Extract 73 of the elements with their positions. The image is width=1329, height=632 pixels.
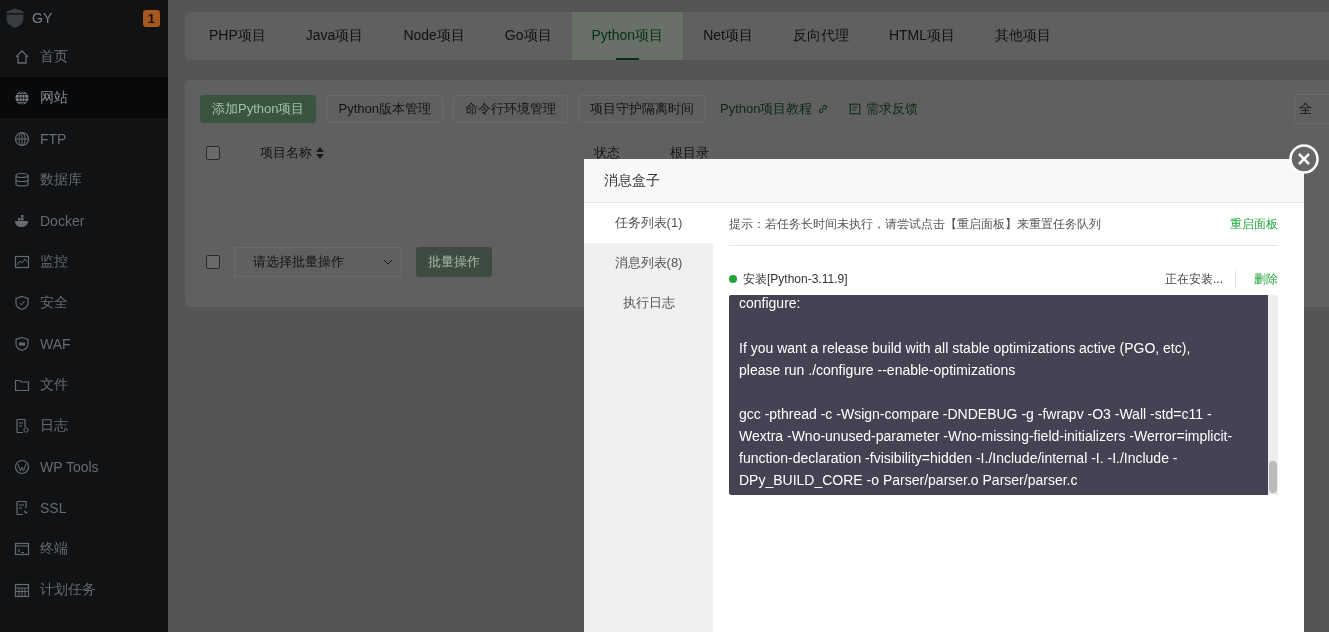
sidebar-item[interactable]: 监控	[0, 241, 168, 282]
tab[interactable]: Go项目	[484, 12, 572, 60]
log-line: please run ./configure --enable-optimizations	[739, 361, 1016, 380]
terminal-icon	[14, 540, 30, 557]
filter-dropdown[interactable]: 全	[1294, 94, 1329, 124]
toolbar-button[interactable]: 项目守护隔离时间	[577, 95, 706, 123]
dialog-tab[interactable]: 执行日志	[584, 283, 713, 323]
globe-icon	[14, 130, 30, 147]
column-header: 根目录	[670, 144, 709, 162]
sidebar-item[interactable]: 首页	[0, 36, 168, 77]
hint-text: 提示：若任务长时间未执行，请尝试点击【重启面板】来重置任务队列	[729, 215, 1101, 233]
delete-link[interactable]: 删除	[1254, 270, 1278, 288]
house-icon	[14, 48, 30, 65]
sidebar-item[interactable]: 数据库	[0, 159, 168, 200]
log-line: gcc -pthread -c -Wsign-compare -DNDEBUG -g -fwrapv -O3 -Wall -std=c11 -	[739, 405, 1212, 424]
log-line: If you want a release build with all stable optimizations active (PGO, etc),	[739, 339, 1191, 358]
wordpress-icon	[14, 458, 30, 475]
dialog-tab[interactable]: 消息列表(8)	[584, 243, 713, 283]
toolbar-button[interactable]: Python版本管理	[326, 95, 443, 123]
tab[interactable]: Node项目	[383, 12, 485, 60]
task-status: 正在安装...	[1165, 270, 1236, 288]
shield-icon	[14, 335, 30, 352]
brand-name: GY	[32, 10, 54, 26]
tab[interactable]: Java项目	[285, 12, 384, 60]
sidebar-item[interactable]: WAF	[0, 323, 168, 364]
sidebar-item[interactable]: 计划任务	[0, 569, 168, 610]
sort-icon[interactable]	[316, 147, 324, 159]
log-line: Wextra -Wno-unused-parameter -Wno-missing-field-initializers -Werror=implicit-	[739, 427, 1233, 446]
log-line: DPy_BUILD_CORE -o Parser/parser.o Parser/parser.c	[739, 471, 1078, 490]
caret-icon	[383, 257, 393, 267]
notification-badge[interactable]: 1	[142, 9, 160, 27]
document-icon	[848, 102, 863, 116]
sidebar-item[interactable]: 文件	[0, 364, 168, 405]
sidebar-item[interactable]: WP Tools	[0, 446, 168, 487]
checkbox[interactable]	[206, 255, 220, 269]
tutorial-link[interactable]: Python项目教程	[715, 100, 835, 118]
shield-icon	[14, 294, 30, 311]
column-header: 状态	[594, 144, 620, 162]
whale-icon	[14, 212, 30, 229]
log-line: configure:	[739, 295, 801, 311]
shield-logo-icon	[4, 7, 26, 29]
calendar-icon	[14, 581, 30, 598]
tab[interactable]: 反向代理	[772, 12, 869, 60]
dialog-tab[interactable]: 任务列表(1)	[584, 203, 713, 243]
toolbar-button[interactable]: 命令行环境管理	[452, 95, 568, 123]
globe-icon	[14, 89, 30, 106]
checkbox[interactable]	[206, 146, 220, 160]
batch-select[interactable]: 请选择批量操作	[234, 247, 402, 277]
tab[interactable]: Python项目	[571, 12, 684, 60]
task-name: 安装[Python-3.11.9]	[743, 270, 849, 288]
restart-link[interactable]: 重启面板	[1230, 215, 1278, 233]
scrollbar[interactable]	[1268, 295, 1278, 495]
sidebar-item[interactable]: SSL	[0, 487, 168, 528]
document-icon	[14, 417, 30, 434]
sidebar-item[interactable]: Docker	[0, 200, 168, 241]
tab[interactable]: HTML项目	[868, 12, 976, 60]
tab[interactable]: PHP项目	[189, 12, 286, 60]
tab[interactable]: Net项目	[683, 12, 773, 60]
database-icon	[14, 171, 30, 188]
sidebar-item[interactable]: 日志	[0, 405, 168, 446]
log-line: function-declaration -fvisibility=hidden -I./Include/internal -I. -I./Include -	[739, 449, 1178, 468]
column-header[interactable]: 项目名称	[260, 144, 312, 162]
dialog-title: 消息盒子	[604, 171, 660, 190]
sidebar-item[interactable]: 网站	[0, 77, 168, 118]
tab[interactable]: 其他项目	[975, 12, 1072, 60]
chart-icon	[14, 253, 30, 270]
add-button[interactable]: 添加Python项目	[200, 95, 317, 123]
batch-button[interactable]: 批量操作	[416, 247, 492, 277]
sidebar-item[interactable]: 安全	[0, 282, 168, 323]
document-icon	[14, 499, 30, 516]
sidebar-item[interactable]: FTP	[0, 118, 168, 159]
feedback-link[interactable]: 需求反馈	[844, 100, 923, 118]
sidebar-item[interactable]: 终端	[0, 528, 168, 569]
